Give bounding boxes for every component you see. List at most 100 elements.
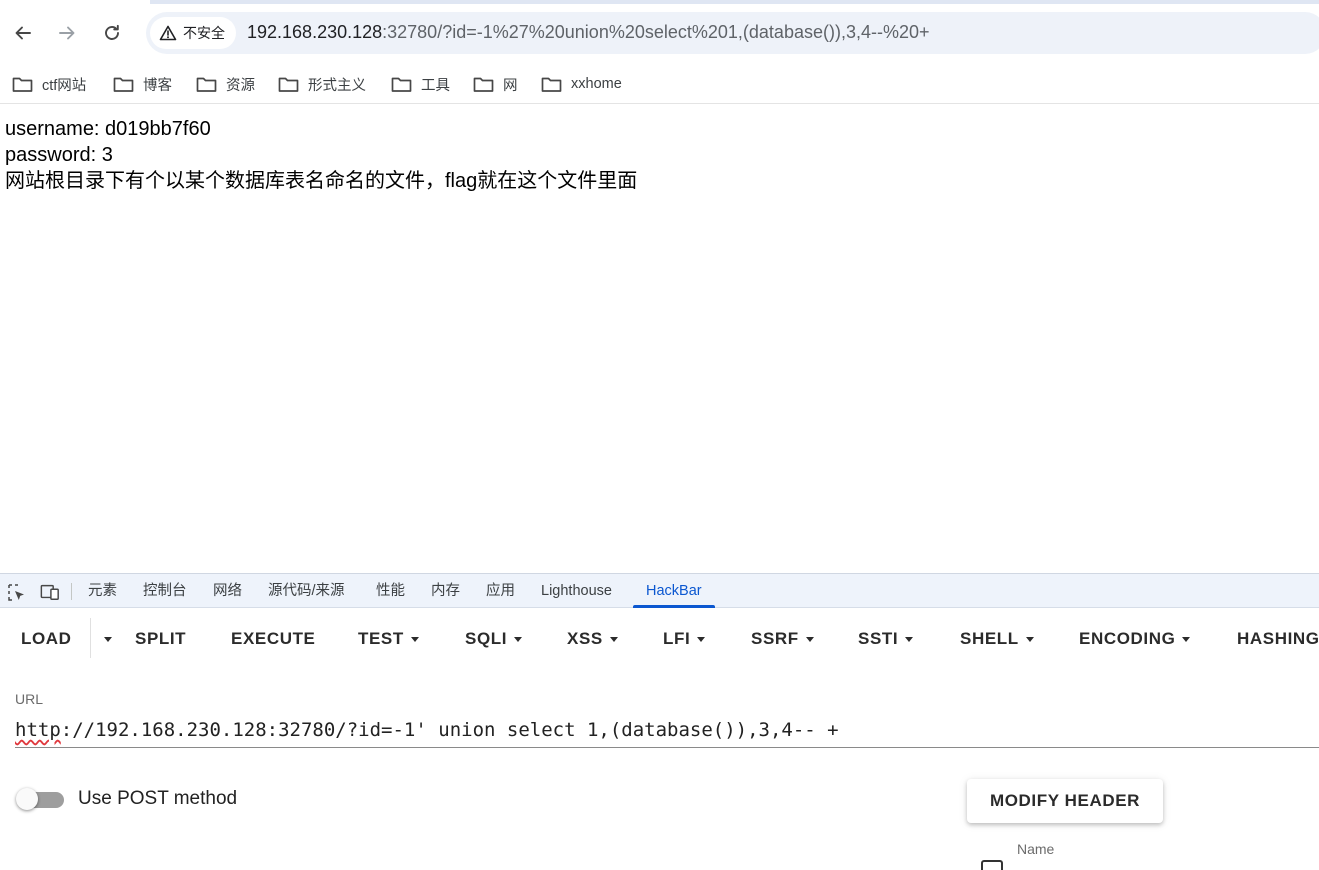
modify-header-button[interactable]: MODIFY HEADER [967, 779, 1163, 823]
tab-console[interactable]: 控制台 [143, 574, 187, 608]
bookmark-label: 形式主义 [308, 77, 366, 94]
devtools-panel: 元素 控制台 网络 源代码/来源 性能 内存 应用 Lighthouse Hac… [0, 573, 1319, 870]
bookmark-folder-net[interactable]: 网 [473, 70, 518, 98]
arrow-left-icon [15, 26, 31, 40]
page-content: username: d019bb7f60 password: 3 网站根目录下有… [5, 116, 1305, 194]
xss-menu-button[interactable]: XSS [567, 626, 618, 652]
bookmark-label: 工具 [421, 77, 450, 94]
load-button[interactable]: LOAD [21, 626, 72, 652]
tab-memory[interactable]: 内存 [431, 574, 460, 608]
bookmark-folder-xxhome[interactable]: xxhome [541, 70, 622, 98]
bookmark-folder-ctf[interactable]: ctf网站 [12, 70, 86, 98]
caret-down-icon [805, 636, 814, 642]
bookmark-label: 博客 [143, 77, 172, 94]
username-line: username: d019bb7f60 [5, 118, 211, 140]
bookmark-folder-formalism[interactable]: 形式主义 [278, 70, 366, 98]
header-checkbox[interactable] [981, 860, 1003, 870]
bookmark-folder-tools[interactable]: 工具 [391, 70, 450, 98]
header-name-label: Name [1017, 841, 1055, 857]
encoding-label: ENCODING [1079, 629, 1176, 648]
encoding-menu-button[interactable]: ENCODING [1079, 626, 1191, 652]
caret-down-icon [1025, 636, 1034, 642]
bookmarks-bar: ctf网站 博客 资源 形式主义 工具 网 xxhome [0, 64, 1319, 104]
security-chip[interactable]: 不安全 [150, 17, 236, 49]
device-icon [40, 584, 59, 601]
address-text[interactable]: 192.168.230.128:32780/?id=-1%27%20union%… [247, 22, 930, 43]
hashing-label: HASHING [1237, 629, 1319, 648]
execute-button[interactable]: EXECUTE [231, 626, 316, 652]
address-bar[interactable]: 不安全 192.168.230.128:32780/?id=-1%27%20un… [146, 12, 1319, 54]
tab-network[interactable]: 网络 [213, 574, 242, 608]
caret-down-icon [410, 636, 419, 642]
lfi-label: LFI [663, 629, 691, 648]
bookmark-folder-blog[interactable]: 博客 [113, 70, 172, 98]
modify-header-label: MODIFY HEADER [989, 791, 1141, 810]
address-host: 192.168.230.128 [247, 22, 383, 42]
tab-hackbar[interactable]: HackBar [633, 574, 715, 608]
bookmark-folder-resources[interactable]: 资源 [196, 70, 255, 98]
tab-application[interactable]: 应用 [486, 574, 515, 608]
reload-button[interactable] [97, 18, 127, 48]
post-method-label: Use POST method [78, 788, 238, 809]
ssrf-label: SSRF [751, 629, 799, 648]
address-path: :32780/?id=-1%27%20union%20select%201,(d… [382, 22, 930, 42]
caret-down-icon [905, 636, 914, 642]
tab-strip-edge [150, 0, 1319, 4]
back-button[interactable] [8, 18, 38, 48]
load-menu-button[interactable] [97, 626, 112, 652]
folder-icon [391, 77, 412, 92]
test-menu-button[interactable]: TEST [358, 626, 419, 652]
reload-icon [105, 24, 119, 40]
toggle-thumb [16, 788, 38, 810]
folder-icon [196, 77, 217, 92]
shell-label: SHELL [960, 629, 1019, 648]
folder-icon [12, 77, 33, 92]
sqli-menu-button[interactable]: SQLI [465, 626, 523, 652]
ssti-label: SSTI [858, 629, 899, 648]
caret-down-icon [1182, 636, 1191, 642]
folder-icon [541, 77, 562, 92]
hackbar-url-input[interactable]: http://192.168.230.128:32780/?id=-1' uni… [15, 716, 1319, 748]
folder-icon [278, 77, 299, 92]
url-rest-text: ://192.168.230.128:32780/?id=-1' union s… [60, 719, 839, 741]
devtools-tabbar: 元素 控制台 网络 源代码/来源 性能 内存 应用 Lighthouse Hac… [0, 574, 1319, 608]
tab-performance[interactable]: 性能 [376, 574, 405, 608]
tab-lighthouse[interactable]: Lighthouse [541, 574, 612, 608]
device-toolbar-button[interactable] [40, 582, 60, 602]
url-field-label: URL [15, 691, 44, 707]
post-method-toggle[interactable] [16, 788, 64, 810]
lfi-menu-button[interactable]: LFI [663, 626, 706, 652]
browser-toolbar: 不安全 192.168.230.128:32780/?id=-1%27%20un… [0, 0, 1319, 64]
split-button[interactable]: SPLIT [135, 626, 186, 652]
shell-menu-button[interactable]: SHELL [960, 626, 1034, 652]
folder-icon [113, 77, 134, 92]
inspect-cursor-icon [7, 583, 24, 601]
tabbar-separator [71, 583, 72, 600]
ssrf-menu-button[interactable]: SSRF [751, 626, 814, 652]
security-chip-label: 不安全 [183, 25, 225, 41]
xss-label: XSS [567, 629, 603, 648]
split-label: SPLIT [135, 629, 187, 648]
caret-down-icon [104, 636, 112, 642]
bookmark-label: ctf网站 [42, 77, 87, 94]
execute-label: EXECUTE [231, 629, 316, 648]
caret-down-icon [514, 636, 523, 642]
warning-icon [159, 25, 177, 41]
arrow-right-icon [59, 26, 75, 40]
load-label: LOAD [21, 629, 72, 648]
hint-line: 网站根目录下有个以某个数据库表名命名的文件，flag就在这个文件里面 [5, 170, 638, 192]
bookmark-label: 资源 [226, 77, 255, 94]
password-line: password: 3 [5, 144, 113, 166]
inspect-element-button[interactable] [6, 582, 26, 602]
folder-icon [473, 77, 494, 92]
forward-button[interactable] [52, 18, 82, 48]
tab-sources[interactable]: 源代码/来源 [268, 574, 345, 608]
hashing-menu-button[interactable]: HASHING [1237, 626, 1319, 652]
load-divider [90, 618, 91, 658]
test-label: TEST [358, 629, 404, 648]
bookmark-label: xxhome [571, 76, 622, 92]
url-scheme-text: http [15, 719, 61, 741]
tab-elements[interactable]: 元素 [88, 574, 117, 608]
sqli-label: SQLI [465, 629, 508, 648]
ssti-menu-button[interactable]: SSTI [858, 626, 914, 652]
